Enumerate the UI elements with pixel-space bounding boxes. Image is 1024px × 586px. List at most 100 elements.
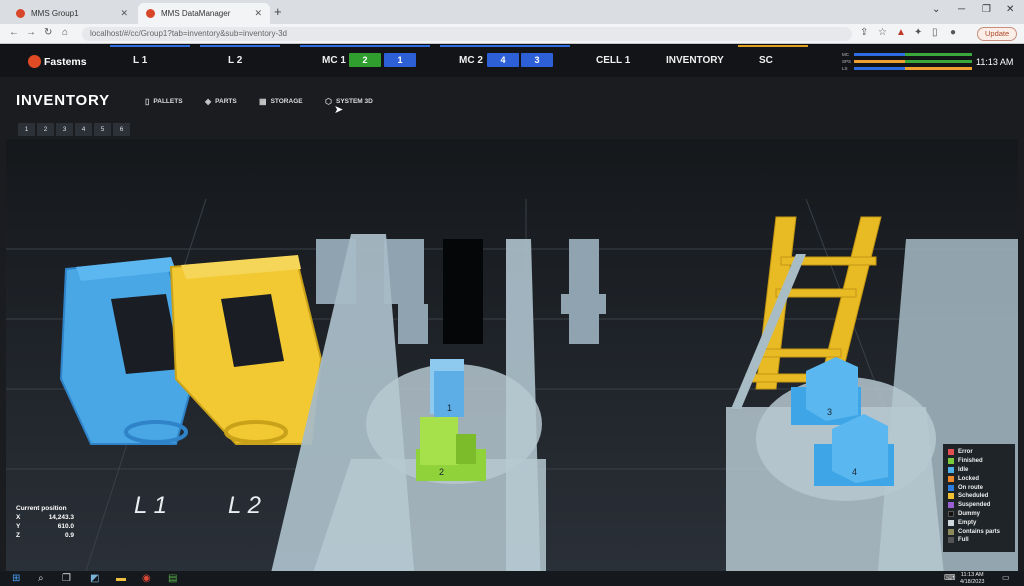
legend-item: Full	[948, 536, 1010, 545]
document-app-icon[interactable]: ▤	[168, 573, 177, 584]
axis-value: 610.0	[57, 523, 74, 530]
dummy-column	[443, 239, 483, 344]
fastems-logo-icon	[28, 55, 41, 68]
back-icon[interactable]: ←	[9, 27, 19, 38]
search-icon[interactable]: ⌕	[38, 573, 44, 584]
view-button-4[interactable]: 4	[75, 123, 92, 136]
subnav-parts[interactable]: ◈ PARTS	[205, 97, 237, 106]
nav-sc[interactable]: SC	[759, 55, 773, 66]
view-page-buttons: 1 2 3 4 5 6	[18, 123, 130, 136]
nav-indicator-sc	[738, 45, 808, 47]
legend-item: On route	[948, 483, 1010, 492]
legend-label: Dummy	[958, 510, 981, 517]
system-status-bars: MC SPS LS	[842, 51, 982, 72]
nav-indicator-l2	[200, 45, 280, 47]
nav-mc2[interactable]: MC 2	[459, 55, 483, 66]
screen: MMS Group1 ✕ MMS DataManager ✕ + ⌄ ─ ❐ ✕…	[0, 0, 1024, 586]
mc1-badge-2[interactable]: 1	[384, 53, 416, 67]
task-view-icon[interactable]: ❐	[62, 573, 71, 584]
home-icon[interactable]: ⌂	[62, 27, 68, 38]
mouse-pointer-icon: ➤	[334, 104, 344, 116]
mc2-badge-2[interactable]: 3	[521, 53, 553, 67]
system-clock[interactable]: 11:13 AM 4/18/2023	[960, 572, 984, 585]
view-button-6[interactable]: 6	[113, 123, 130, 136]
browser-tab-datamanager[interactable]: MMS DataManager ✕	[138, 3, 270, 24]
nav-indicator-mc2	[440, 45, 570, 47]
windows-start-icon[interactable]: ⊞	[12, 573, 20, 584]
current-position-panel: Current position X 14,243.3 Y 610.0 Z 0.…	[16, 505, 74, 539]
mc1-badge-1[interactable]: 2	[349, 53, 381, 67]
legend-item: Locked	[948, 474, 1010, 483]
subnav-pallets[interactable]: ▯ PALLETS	[145, 97, 183, 106]
nav-l1[interactable]: L 1	[133, 55, 147, 66]
bookmark-star-icon[interactable]: ☆	[878, 27, 887, 38]
sidepanel-icon[interactable]: ▯	[932, 27, 938, 38]
nav-inventory[interactable]: INVENTORY	[666, 55, 724, 66]
notifications-icon[interactable]: ▭	[1002, 573, 1010, 582]
pallet-label: 2	[439, 467, 444, 477]
axis-label: Y	[16, 523, 21, 530]
status-legend: Error Finished Idle Locked On route Sche…	[943, 444, 1015, 552]
file-explorer-icon[interactable]: ▬	[116, 573, 126, 584]
forward-icon[interactable]: →	[26, 27, 36, 38]
legend-label: Finished	[958, 458, 983, 465]
header-clock: 11:13 AM	[976, 57, 1014, 67]
nav-mc1[interactable]: MC 1	[322, 55, 346, 66]
pallet-label: 4	[852, 467, 857, 477]
subnav-system-3d[interactable]: ⬡ SYSTEM 3D	[325, 97, 373, 106]
legend-label: Error	[958, 449, 973, 456]
nav-indicator-mc1	[300, 45, 430, 47]
acrobat-extension-icon[interactable]: ▲	[896, 27, 906, 38]
status-label: SPS	[842, 58, 852, 64]
restore-icon[interactable]: ❐	[982, 4, 991, 15]
view-button-1[interactable]: 1	[18, 123, 35, 136]
legend-swatch	[948, 466, 954, 473]
axis-label: X	[16, 514, 21, 521]
profile-icon[interactable]: ●	[950, 27, 956, 38]
share-icon[interactable]: ⇪	[860, 27, 868, 38]
keyboard-icon[interactable]: ⌨	[944, 573, 956, 582]
status-bar	[854, 66, 972, 70]
fastems-logo[interactable]: Fastems	[28, 55, 87, 68]
address-bar[interactable]: localhost/#/cc/Group1?tab=inventory&sub=…	[82, 27, 852, 41]
legend-label: Scheduled	[958, 493, 989, 500]
status-row: LS	[842, 65, 982, 71]
pallet-label: 3	[827, 407, 832, 417]
subnav-storage[interactable]: ▦ STORAGE	[259, 97, 303, 106]
legend-label: Contains parts	[958, 528, 1001, 535]
view-button-2[interactable]: 2	[37, 123, 54, 136]
tab-search-icon[interactable]: ⌄	[932, 4, 940, 15]
legend-label: Full	[958, 537, 969, 544]
extensions-icon[interactable]: ✦	[914, 27, 922, 38]
close-tab-icon[interactable]: ✕	[254, 8, 262, 19]
pallet-1[interactable]: 1	[430, 359, 464, 417]
position-x: X 14,243.3	[16, 514, 74, 521]
minimize-icon[interactable]: ─	[958, 4, 965, 15]
view-button-5[interactable]: 5	[94, 123, 111, 136]
view-button-3[interactable]: 3	[56, 123, 73, 136]
update-button[interactable]: Update	[977, 27, 1018, 41]
close-tab-icon[interactable]: ✕	[120, 8, 128, 19]
nav-cell1[interactable]: CELL 1	[596, 55, 630, 66]
system-3d-viewport[interactable]: 1 2 3 4 L 1 L 2	[6, 139, 1018, 571]
browser-toolbar: ← → ↻ ⌂ localhost/#/cc/Group1?tab=invent…	[0, 24, 1024, 44]
status-row: MC	[842, 51, 982, 57]
subnav-label: STORAGE	[270, 98, 303, 105]
position-z: Z 0.9	[16, 532, 74, 539]
legend-label: Empty	[958, 519, 977, 526]
legend-item: Dummy	[948, 510, 1010, 519]
new-tab-icon[interactable]: +	[274, 4, 282, 19]
nav-l2[interactable]: L 2	[228, 55, 242, 66]
chrome-icon[interactable]: ◉	[142, 573, 151, 584]
parts-icon: ◈	[205, 97, 212, 106]
mc2-badge-1[interactable]: 4	[487, 53, 519, 67]
status-bar	[854, 52, 972, 56]
app-icon[interactable]: ◩	[90, 573, 99, 584]
pallet-label: 1	[447, 403, 452, 413]
legend-swatch	[948, 484, 954, 491]
browser-tab-mms-group[interactable]: MMS Group1 ✕	[8, 3, 136, 24]
scene-canvas: 1 2 3 4 L 1 L 2	[6, 139, 1018, 571]
reload-icon[interactable]: ↻	[44, 27, 52, 38]
close-window-icon[interactable]: ✕	[1006, 4, 1014, 15]
station-label-l2: L 2	[228, 492, 261, 519]
